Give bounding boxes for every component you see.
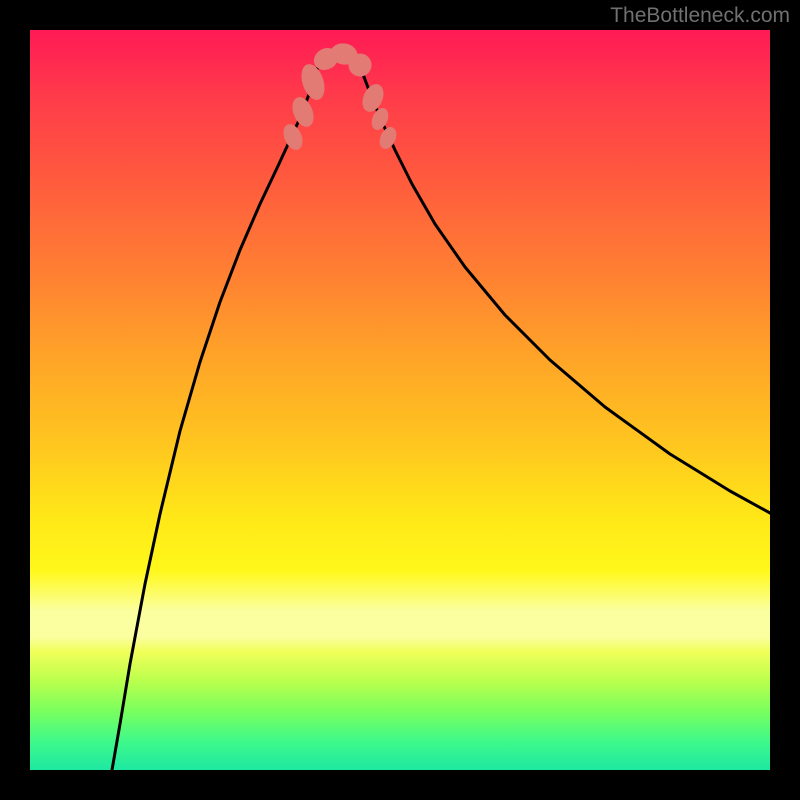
series-left-curve (112, 77, 314, 770)
chart-frame: TheBottleneck.com (0, 0, 800, 800)
marker-group (280, 42, 398, 152)
left-marker-1 (280, 122, 305, 152)
plot-area (30, 30, 770, 770)
series-right-curve (364, 77, 770, 513)
curve-svg (30, 30, 770, 770)
left-marker-2 (289, 95, 317, 130)
watermark-text: TheBottleneck.com (610, 4, 790, 28)
curve-group (112, 52, 770, 770)
